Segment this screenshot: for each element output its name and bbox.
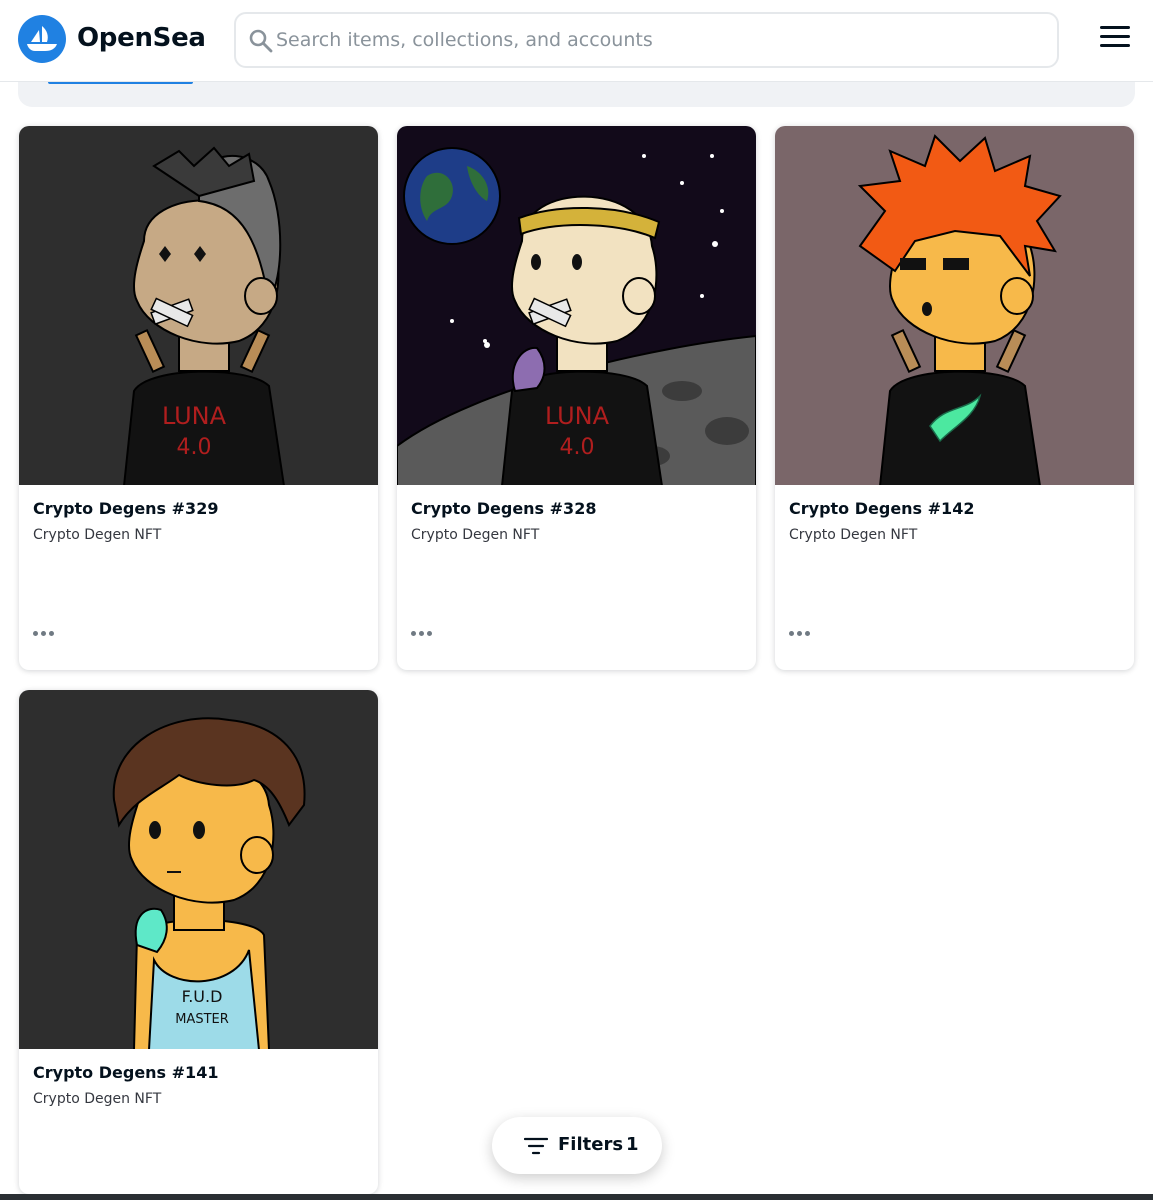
search-icon — [249, 29, 273, 53]
filters-label: Filters — [558, 1134, 624, 1155]
nft-card[interactable]: LUNA 4.0 Crypto Degens #329 Crypto Degen… — [19, 126, 378, 670]
nft-image[interactable] — [775, 126, 1134, 485]
more-options-icon[interactable] — [411, 624, 439, 642]
more-options-icon[interactable] — [789, 624, 817, 642]
nft-collection[interactable]: Crypto Degen NFT — [33, 1091, 161, 1107]
shirt-text-line2: 4.0 — [560, 435, 595, 460]
filter-icon — [524, 1137, 548, 1155]
nft-card[interactable]: Crypto Degens #142 Crypto Degen NFT — [775, 126, 1134, 670]
filter-bar-button-edge[interactable] — [48, 82, 193, 84]
hamburger-menu-icon[interactable] — [1100, 26, 1132, 54]
nft-collection[interactable]: Crypto Degen NFT — [411, 527, 539, 543]
more-options-icon[interactable] — [33, 624, 61, 642]
nft-image[interactable]: LUNA 4.0 — [19, 126, 378, 485]
nft-collection[interactable]: Crypto Degen NFT — [33, 527, 161, 543]
nft-image[interactable]: LUNA 4.0 — [397, 126, 756, 485]
top-navbar: OpenSea — [0, 0, 1153, 82]
shirt-text-line1: LUNA — [162, 402, 227, 430]
nft-title[interactable]: Crypto Degens #328 — [411, 499, 596, 518]
brand-name[interactable]: OpenSea — [77, 23, 206, 53]
bottom-edge-bar — [0, 1194, 1153, 1200]
shirt-text-line2: 4.0 — [177, 435, 212, 460]
nft-collection[interactable]: Crypto Degen NFT — [789, 527, 917, 543]
nft-title[interactable]: Crypto Degens #142 — [789, 499, 974, 518]
nft-image[interactable]: F.U.D MASTER — [19, 690, 378, 1049]
nft-card[interactable]: F.U.D MASTER Crypto Degens #141 Crypto D… — [19, 690, 378, 1194]
tank-text-line2: MASTER — [175, 1012, 229, 1027]
search-bar[interactable] — [234, 12, 1059, 68]
opensea-logo-icon[interactable] — [18, 15, 66, 63]
nft-card[interactable]: LUNA 4.0 Crypto Degens #328 Crypto Degen… — [397, 126, 756, 670]
nft-title[interactable]: Crypto Degens #329 — [33, 499, 218, 518]
nft-title[interactable]: Crypto Degens #141 — [33, 1063, 218, 1082]
tank-text-line1: F.U.D — [182, 987, 223, 1006]
search-input[interactable] — [276, 22, 1036, 58]
shirt-text-line1: LUNA — [545, 402, 610, 430]
filters-button[interactable]: Filters 1 — [492, 1117, 662, 1174]
filters-count-badge: 1 — [626, 1134, 639, 1155]
filter-bar-remnant — [18, 82, 1135, 107]
